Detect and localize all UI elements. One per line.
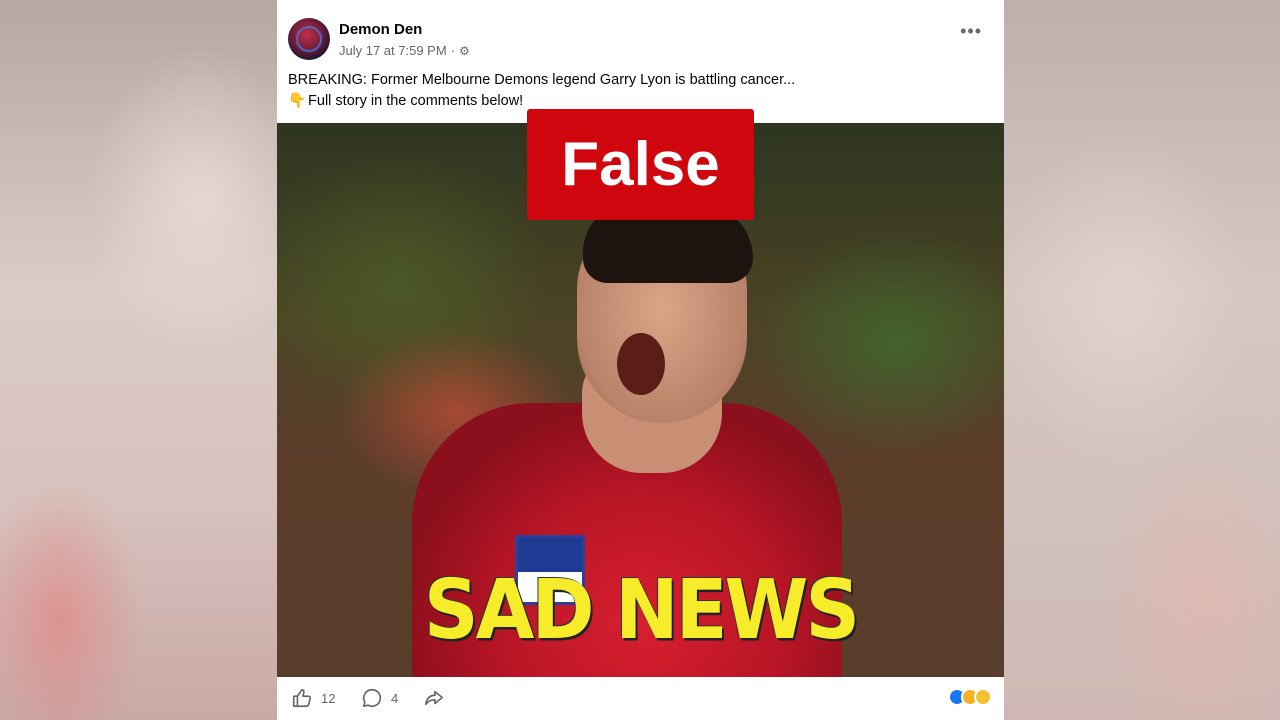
- reactions-summary[interactable]: [948, 688, 992, 706]
- fact-check-label: False: [527, 109, 754, 220]
- meta-separator: ·: [450, 43, 456, 58]
- post-text: BREAKING: Former Melbourne Demons legend…: [288, 70, 988, 112]
- post-timestamp[interactable]: July 17 at 7:59 PM: [339, 43, 447, 58]
- post-card: Demon Den July 17 at 7:59 PM · ⚙ ••• BRE…: [277, 0, 1004, 720]
- like-count: 12: [321, 690, 336, 706]
- player-mouth: [617, 333, 665, 395]
- post-meta: July 17 at 7:59 PM · ⚙: [339, 43, 470, 58]
- post-text-line-1: BREAKING: Former Melbourne Demons legend…: [288, 72, 796, 88]
- more-icon[interactable]: •••: [960, 22, 982, 40]
- comment-button[interactable]: 4: [361, 687, 398, 709]
- post-text-line-2: Full story in the comments below!: [308, 93, 524, 109]
- background-left: [0, 0, 277, 720]
- comment-count: 4: [391, 690, 399, 706]
- like-icon: [292, 688, 312, 708]
- gear-icon: ⚙: [459, 43, 470, 58]
- share-icon: [424, 690, 444, 706]
- background-right: [1004, 0, 1280, 720]
- avatar-ring: [296, 26, 322, 52]
- share-button[interactable]: [423, 687, 445, 709]
- comment-icon: [362, 688, 382, 708]
- image-caption: SAD NEWS: [423, 561, 860, 658]
- post-actions: 12 4: [277, 677, 1004, 720]
- avatar[interactable]: [288, 18, 330, 60]
- post-author[interactable]: Demon Den: [339, 21, 422, 38]
- like-button[interactable]: 12: [291, 687, 335, 709]
- reaction-wow-icon: [974, 688, 992, 706]
- pointing-down-icon: 👇: [288, 93, 307, 109]
